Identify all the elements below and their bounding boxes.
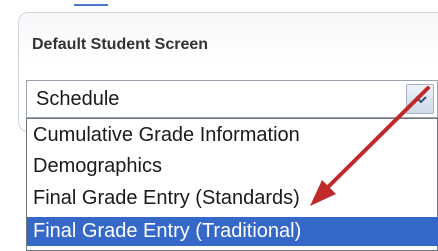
red-pointer-arrow — [310, 86, 430, 206]
